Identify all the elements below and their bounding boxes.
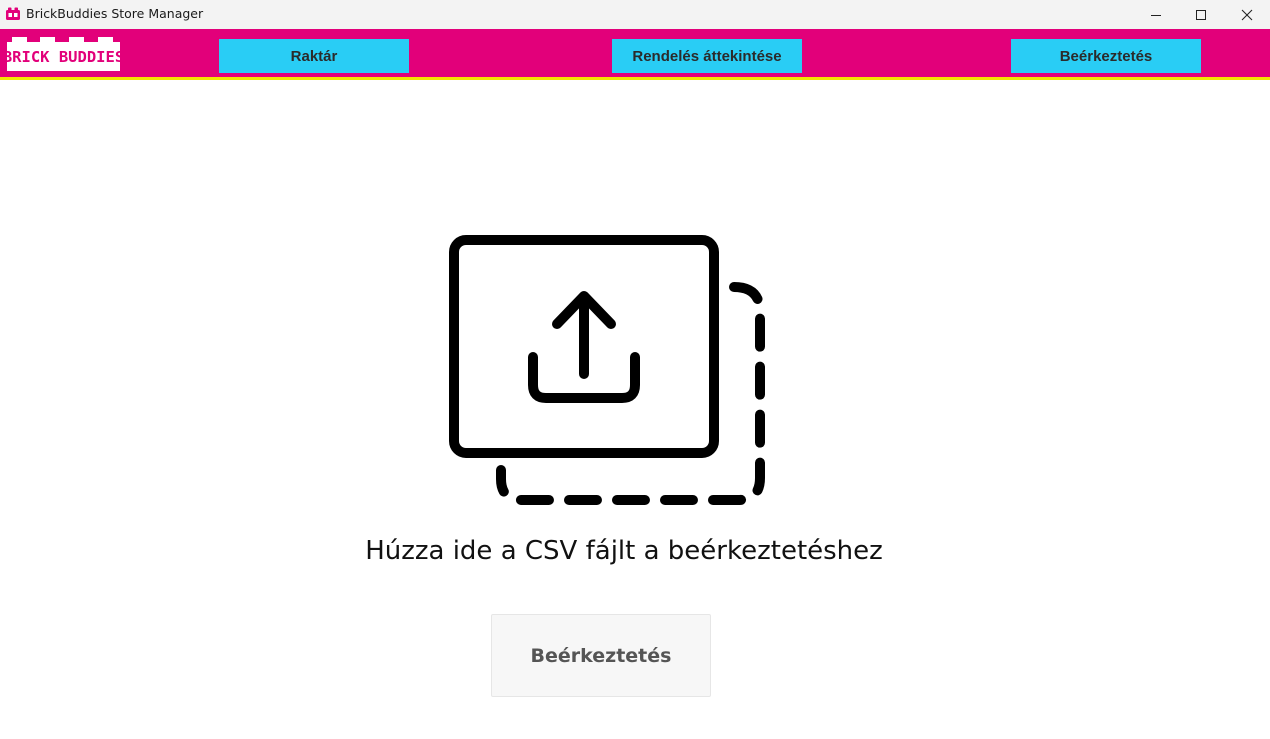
maximize-icon: [1196, 9, 1206, 20]
brick-app-icon: [6, 7, 20, 20]
minimize-icon: [1151, 14, 1161, 16]
svg-text:BRICK BUDDIES: BRICK BUDDIES: [7, 48, 120, 66]
window-titlebar: BrickBuddies Store Manager: [0, 0, 1270, 29]
nav-order-overview-button[interactable]: Rendelés áttekintése: [612, 39, 802, 73]
brick-buddies-logo[interactable]: BRICK BUDDIES: [7, 37, 120, 71]
close-button[interactable]: [1224, 0, 1270, 29]
close-icon: [1241, 9, 1253, 20]
drop-instruction-text: Húzza ide a CSV fájlt a beérkeztetéshez: [365, 536, 883, 566]
maximize-button[interactable]: [1178, 0, 1224, 29]
receive-button[interactable]: Beérkeztetés: [491, 614, 711, 697]
nav-raktar-button[interactable]: Raktár: [219, 39, 409, 73]
nav-receiving-button[interactable]: Beérkeztetés: [1011, 39, 1201, 73]
top-navbar: BRICK BUDDIES Raktár Rendelés áttekintés…: [0, 29, 1270, 80]
upload-drop-icon[interactable]: [446, 232, 768, 508]
minimize-button[interactable]: [1133, 0, 1179, 29]
window-title: BrickBuddies Store Manager: [26, 6, 204, 21]
